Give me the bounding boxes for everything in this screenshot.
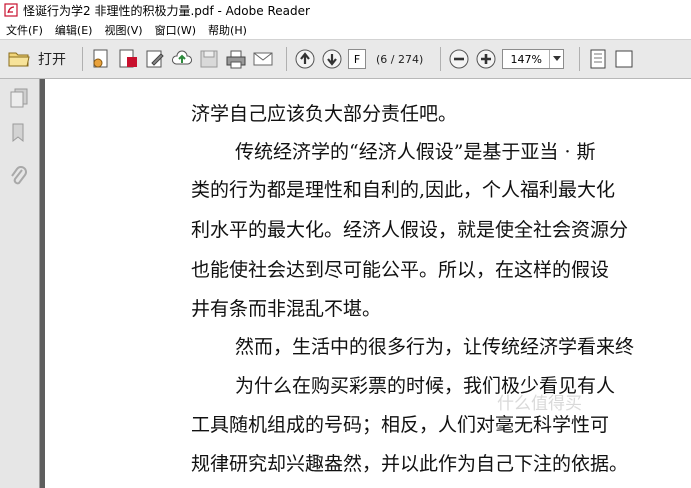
toolbar-separator — [286, 47, 287, 71]
open-button-label: 打开 — [38, 52, 66, 68]
text-line: 井有条而非混乱不堪。 — [191, 298, 382, 320]
text-line: 传统经济学的“经济人假设”是基于亚当 · 斯 — [235, 141, 596, 163]
text-line: 规律研究却兴趣盎然，并以此作为自己下注的依据。 — [191, 453, 629, 475]
menu-help[interactable]: 帮助(H) — [208, 22, 247, 38]
zoom-value: 147% — [510, 52, 542, 66]
window-title: 怪诞行为学2 非理性的积极力量.pdf - Adobe Reader — [23, 3, 310, 18]
paperclip-icon[interactable] — [9, 165, 29, 193]
export-pdf-icon — [119, 49, 137, 68]
fit-page-icon — [590, 49, 606, 69]
text-line: 也能使社会达到尽可能公平。所以，在这样的假设 — [191, 259, 610, 281]
pen-edit-icon — [146, 50, 164, 68]
next-page-button[interactable] — [321, 46, 343, 72]
cloud-upload-icon — [172, 50, 192, 65]
fit-width-button[interactable] — [614, 46, 636, 72]
zoom-out-button[interactable] — [448, 46, 470, 72]
text-line: 利水平的最大化。经济人假设，就是使全社会资源分 — [191, 219, 629, 241]
watermark: 什么值得买 — [497, 394, 582, 414]
menu-bar: 文件(F) 编辑(E) 视图(V) 窗口(W) 帮助(H) — [0, 20, 691, 39]
text-line: 工具随机组成的号码；相反，人们对毫无科学性可 — [191, 414, 610, 436]
menu-file[interactable]: 文件(F) — [6, 22, 43, 38]
arrow-up-circle-icon — [295, 49, 315, 69]
title-bar: 怪诞行为学2 非理性的积极力量.pdf - Adobe Reader — [0, 0, 691, 20]
folder-icon — [8, 52, 30, 67]
bookmark-icon[interactable] — [9, 122, 29, 148]
pages-thumbnail-icon[interactable] — [9, 87, 29, 113]
printer-icon — [226, 50, 246, 69]
fit-width-icon — [615, 50, 633, 68]
save-disk-icon — [200, 50, 218, 68]
menu-window[interactable]: 窗口(W) — [155, 22, 196, 38]
previous-page-button[interactable] — [294, 46, 316, 72]
save-button[interactable] — [198, 46, 220, 72]
toolbar-separator — [440, 47, 442, 71]
export-pdf-button[interactable] — [117, 46, 139, 72]
minus-circle-icon — [449, 49, 469, 69]
open-button[interactable]: 打开 — [8, 46, 70, 72]
menu-edit[interactable]: 编辑(E) — [55, 22, 93, 38]
arrow-down-circle-icon — [322, 49, 342, 69]
text-line: 类的行为都是理性和自利的,因此，个人福利最大化 — [191, 179, 616, 201]
page-number-input[interactable]: F — [348, 49, 366, 69]
print-button[interactable] — [225, 46, 247, 72]
upload-cloud-button[interactable] — [171, 46, 193, 72]
text-line: 然而，生活中的很多行为，让传统经济学看来终 — [235, 336, 635, 358]
chevron-down-icon[interactable] — [549, 50, 563, 68]
plus-circle-icon — [476, 49, 496, 69]
navigation-panel — [0, 79, 40, 488]
fit-page-button[interactable] — [587, 46, 609, 72]
toolbar-separator — [82, 47, 83, 71]
pdf-page: 济学自己应该负大部分责任吧。 传统经济学的“经济人假设”是基于亚当 · 斯 类的… — [45, 79, 691, 488]
menu-view[interactable]: 视图(V) — [104, 22, 142, 38]
create-pdf-icon — [93, 49, 108, 68]
zoom-select[interactable]: 147% — [502, 49, 565, 69]
create-pdf-button[interactable] — [90, 46, 112, 72]
toolbar-separator — [579, 47, 581, 71]
text-line: 济学自己应该负大部分责任吧。 — [191, 103, 458, 125]
zoom-in-button[interactable] — [475, 46, 497, 72]
envelope-icon — [253, 52, 273, 66]
document-viewport[interactable]: 济学自己应该负大部分责任吧。 传统经济学的“经济人假设”是基于亚当 · 斯 类的… — [40, 79, 691, 488]
email-button[interactable] — [252, 46, 274, 72]
edit-pdf-button[interactable] — [144, 46, 166, 72]
toolbar: 打开 F (6 / 274) 147% — [0, 39, 691, 79]
page-count-label: (6 / 274) — [376, 52, 424, 66]
adobe-reader-icon — [4, 3, 18, 17]
